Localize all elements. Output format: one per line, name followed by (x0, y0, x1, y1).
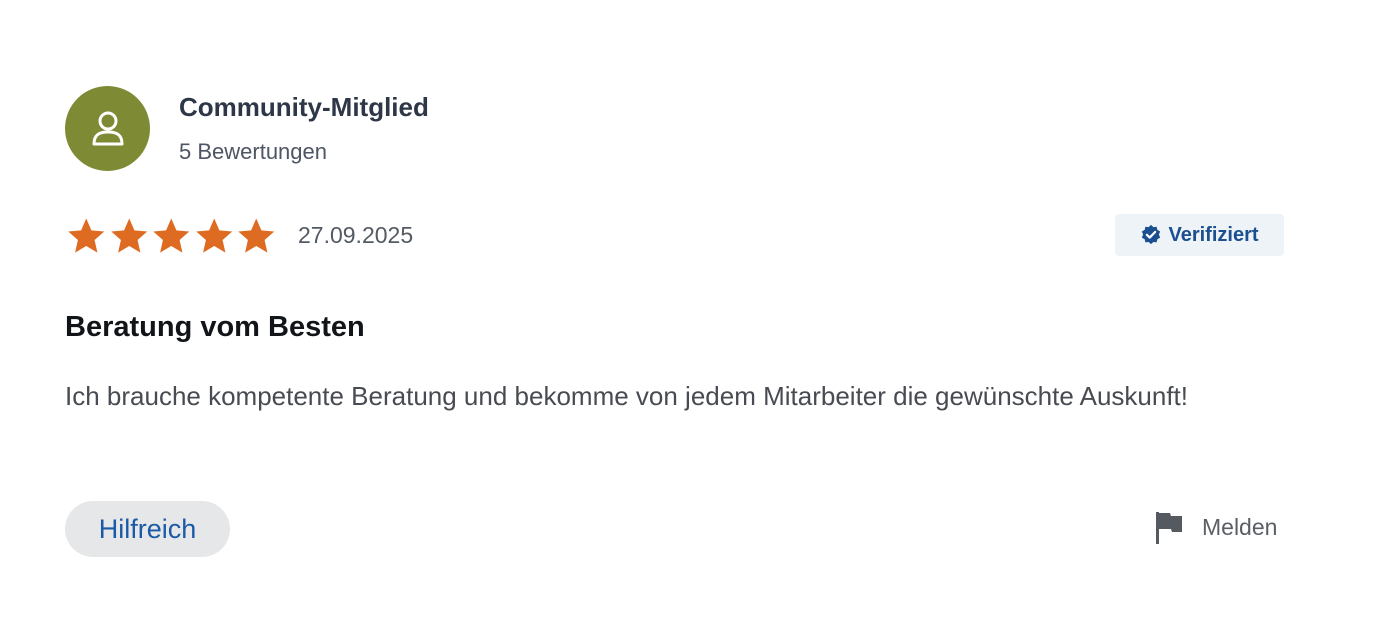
review-date: 27.09.2025 (298, 222, 414, 248)
verified-check-icon (1142, 224, 1161, 245)
report-link[interactable]: Melden (1154, 508, 1277, 546)
verified-badge: Verifiziert (1115, 214, 1284, 256)
star-icon (68, 218, 105, 253)
user-icon (92, 111, 123, 145)
helpful-button[interactable]: Hilfreich (65, 501, 230, 557)
report-label: Melden (1202, 513, 1278, 540)
author-name: Community-Mitglied (179, 92, 429, 122)
flag-icon (1156, 512, 1182, 544)
verified-label: Verifiziert (1168, 223, 1259, 246)
star-icon (110, 218, 147, 253)
star-icon (238, 218, 275, 253)
review-text: Ich brauche kompetente Beratung und beko… (65, 381, 1188, 411)
star-icon (153, 218, 190, 253)
star-rating (65, 216, 278, 256)
review-title: Beratung vom Besten (65, 311, 365, 343)
author-review-count: 5 Bewertungen (179, 139, 327, 164)
star-icon (195, 218, 232, 253)
avatar (65, 86, 150, 171)
